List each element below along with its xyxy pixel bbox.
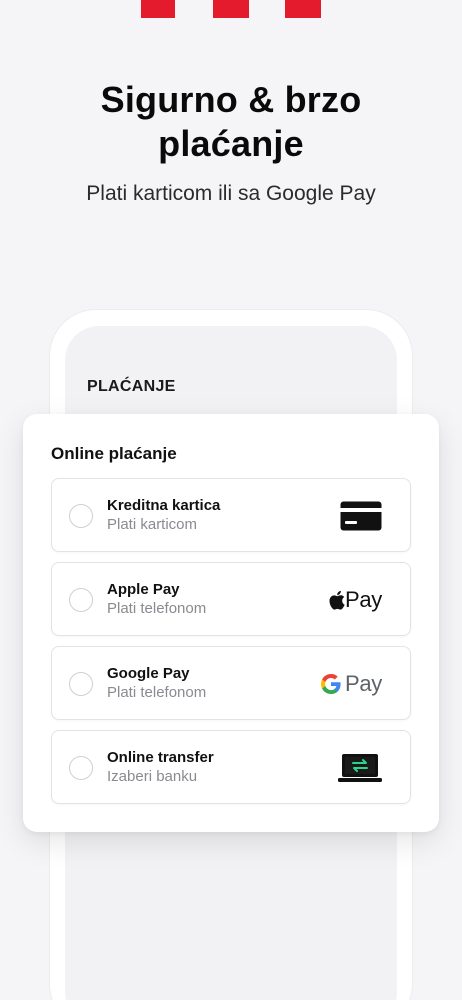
radio-button[interactable] [69, 504, 93, 528]
option-subtitle: Plati karticom [107, 516, 198, 533]
brand-logo-bar [213, 0, 249, 18]
headline-line-1: Sigurno & brzo [100, 79, 362, 120]
brand-logo-bar [285, 0, 321, 18]
apple-logo-icon [329, 590, 345, 610]
apple-pay-icon: Pay [329, 585, 382, 615]
google-g-icon [320, 674, 341, 694]
payment-option-online-transfer[interactable]: Online transfer Izaberi banku [51, 730, 411, 804]
payment-option-credit-card[interactable]: Kreditna kartica Plati karticom [51, 478, 411, 552]
google-pay-label: Pay [344, 671, 382, 696]
radio-button[interactable] [69, 588, 93, 612]
credit-card-icon [340, 501, 382, 531]
page-subtitle: Plati karticom ili sa Google Pay [86, 182, 376, 205]
google-pay-icon: Pay [320, 669, 382, 699]
card-title: Online plaćanje [51, 444, 177, 463]
option-title: Apple Pay [107, 581, 180, 598]
headline-line-2: plaćanje [158, 123, 304, 164]
option-subtitle: Plati telefonom [107, 600, 207, 617]
option-title: Kreditna kartica [107, 497, 221, 514]
screen-title: PLAĆANJE [87, 378, 176, 395]
payment-option-apple-pay[interactable]: Apple Pay Plati telefonom Pay [51, 562, 411, 636]
payment-methods-card: Online plaćanje Kreditna kartica Plati k… [23, 414, 439, 832]
radio-button[interactable] [69, 672, 93, 696]
option-title: Online transfer [107, 749, 214, 766]
option-title: Google Pay [107, 665, 190, 682]
apple-pay-label: Pay [344, 587, 382, 612]
brand-logo-bar [141, 0, 175, 18]
laptop-transfer-icon [338, 753, 382, 783]
option-subtitle: Plati telefonom [107, 684, 207, 701]
option-subtitle: Izaberi banku [107, 768, 198, 785]
payment-option-google-pay[interactable]: Google Pay Plati telefonom Pay [51, 646, 411, 720]
page-headline: Sigurno & brzo plaćanje [0, 78, 462, 166]
radio-button[interactable] [69, 756, 93, 780]
